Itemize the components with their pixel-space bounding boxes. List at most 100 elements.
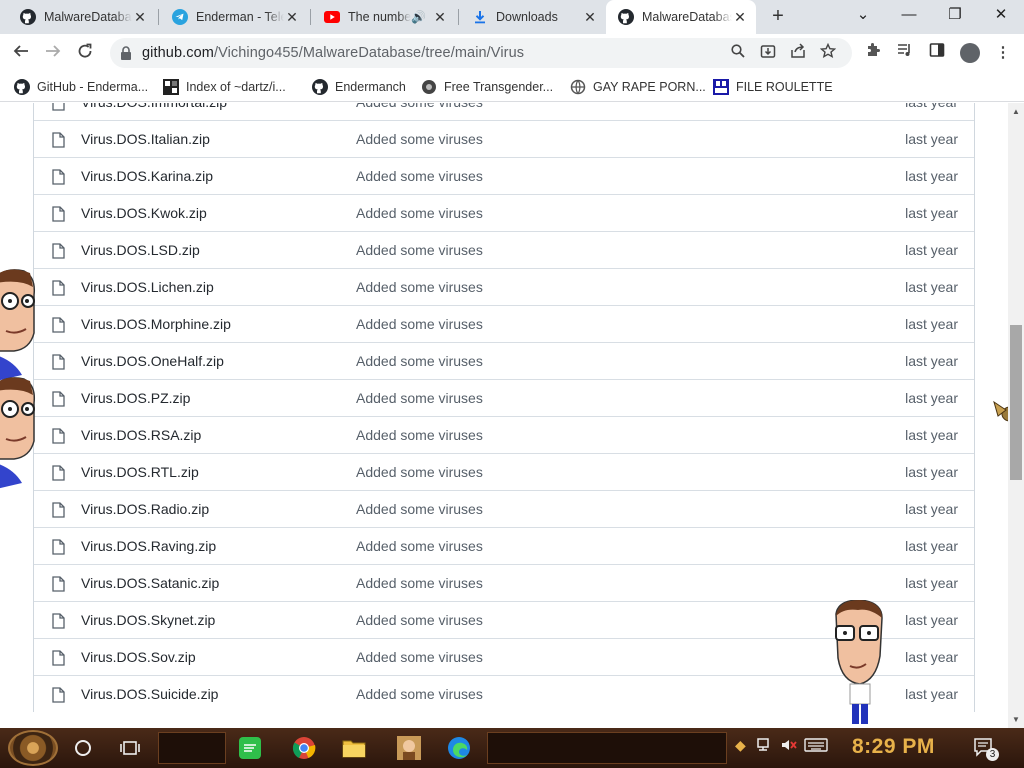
file-name-link[interactable]: Virus.DOS.OneHalf.zip xyxy=(81,353,224,369)
file-row[interactable]: Virus.DOS.Radio.zip Added some viruses las… xyxy=(34,490,974,527)
commit-message-link[interactable]: Added some viruses xyxy=(356,649,483,665)
extensions-icon[interactable] xyxy=(862,42,884,64)
volume-muted-icon[interactable] xyxy=(780,737,798,756)
file-row[interactable]: Virus.DOS.Raving.zip Added some viruses la… xyxy=(34,527,974,564)
file-name-link[interactable]: Virus.DOS.Italian.zip xyxy=(81,131,210,147)
bookmark-file-roulette[interactable]: FILE ROULETTE xyxy=(713,77,833,97)
file-name-link[interactable]: Virus.DOS.LSD.zip xyxy=(81,242,200,258)
bookmark-globe-site[interactable]: GAY RAPE PORN... xyxy=(570,77,706,97)
close-tab-icon[interactable]: ✕ xyxy=(582,9,598,26)
commit-message-link[interactable]: Added some viruses xyxy=(356,353,483,369)
file-name-link[interactable]: Virus.DOS.Immortal.zip xyxy=(81,103,227,110)
url-text[interactable]: github.com/Vichingo455/MalwareDatabase/t… xyxy=(142,45,524,61)
file-explorer-icon[interactable] xyxy=(338,732,370,764)
install-app-icon[interactable] xyxy=(758,43,778,63)
tab-downloads[interactable]: Downloads ✕ xyxy=(460,0,606,34)
close-window-button[interactable]: ✕ xyxy=(978,0,1024,34)
tab-malware-database-1[interactable]: MalwareDatabase ✕ xyxy=(8,0,156,34)
scroll-down-arrow-icon[interactable]: ▼ xyxy=(1008,715,1024,724)
close-tab-icon[interactable]: ✕ xyxy=(132,9,148,26)
commit-message-link[interactable]: Added some viruses xyxy=(356,205,483,221)
file-row[interactable]: Virus.DOS.Satanic.zip Added some viruses l… xyxy=(34,564,974,601)
file-row[interactable]: Virus.DOS.Immortal.zip Added some viruses… xyxy=(34,103,974,120)
maximize-button[interactable]: ❐ xyxy=(932,0,978,34)
file-row[interactable]: Virus.DOS.Lichen.zip Added some viruses la… xyxy=(34,268,974,305)
spotify-icon[interactable] xyxy=(234,732,266,764)
commit-message-link[interactable]: Added some viruses xyxy=(356,612,483,628)
reload-button[interactable] xyxy=(70,38,100,68)
file-name-link[interactable]: Virus.DOS.Kwok.zip xyxy=(81,205,207,221)
file-row[interactable]: Virus.DOS.Karina.zip Added some viruses la… xyxy=(34,157,974,194)
side-panel-icon[interactable] xyxy=(926,42,948,64)
bookmark-endermanch[interactable]: Endermanch xyxy=(312,77,406,97)
back-button[interactable] xyxy=(6,38,36,68)
file-name-link[interactable]: Virus.DOS.Lichen.zip xyxy=(81,279,214,295)
commit-message-link[interactable]: Added some viruses xyxy=(356,103,483,110)
file-row[interactable]: Virus.DOS.RTL.zip Added some viruses last … xyxy=(34,453,974,490)
commit-message-link[interactable]: Added some viruses xyxy=(356,538,483,554)
file-row[interactable]: Virus.DOS.Morphine.zip Added some viruses… xyxy=(34,305,974,342)
file-row[interactable]: Virus.DOS.Italian.zip Added some viruses l… xyxy=(34,120,974,157)
file-row[interactable]: Virus.DOS.OneHalf.zip Added some viruses l… xyxy=(34,342,974,379)
file-name-link[interactable]: Virus.DOS.Satanic.zip xyxy=(81,575,219,591)
task-view-icon[interactable] xyxy=(114,732,146,764)
address-bar[interactable]: github.com/Vichingo455/MalwareDatabase/t… xyxy=(110,38,852,68)
file-name-link[interactable]: Virus.DOS.RSA.zip xyxy=(81,427,201,443)
file-row[interactable]: Virus.DOS.LSD.zip Added some viruses last … xyxy=(34,231,974,268)
file-name-link[interactable]: Virus.DOS.Morphine.zip xyxy=(81,316,231,332)
file-name-link[interactable]: Virus.DOS.RTL.zip xyxy=(81,464,199,480)
bookmark-free-transgender[interactable]: Free Transgender... xyxy=(421,77,553,97)
commit-message-link[interactable]: Added some viruses xyxy=(356,390,483,406)
keyboard-icon[interactable] xyxy=(804,737,828,756)
start-button[interactable] xyxy=(8,730,58,766)
commit-message-link[interactable]: Added some viruses xyxy=(356,168,483,184)
lock-icon[interactable] xyxy=(120,46,132,65)
file-name-link[interactable]: Virus.DOS.Karina.zip xyxy=(81,168,213,184)
media-controls-icon[interactable] xyxy=(894,42,916,64)
commit-message-link[interactable]: Added some viruses xyxy=(356,316,483,332)
file-name-link[interactable]: Virus.DOS.Sov.zip xyxy=(81,649,196,665)
speaker-icon[interactable]: 🔊 xyxy=(411,10,426,24)
network-icon[interactable] xyxy=(756,737,774,756)
commit-message-link[interactable]: Added some viruses xyxy=(356,501,483,517)
close-tab-icon[interactable]: ✕ xyxy=(284,9,300,26)
forward-button[interactable] xyxy=(38,38,68,68)
chrome-icon[interactable] xyxy=(288,732,320,764)
bookmark-index-dartz[interactable]: Index of ~dartz/i... xyxy=(163,77,286,97)
tab-youtube[interactable]: The number 🔊 ✕ xyxy=(312,0,456,34)
file-name-link[interactable]: Virus.DOS.Suicide.zip xyxy=(81,686,218,702)
commit-message-link[interactable]: Added some viruses xyxy=(356,131,483,147)
new-tab-button[interactable]: + xyxy=(766,5,790,29)
edge-icon[interactable] xyxy=(443,732,475,764)
close-tab-icon[interactable]: ✕ xyxy=(732,9,748,26)
file-row[interactable]: Virus.DOS.PZ.zip Added some viruses last y… xyxy=(34,379,974,416)
bookmark-star-icon[interactable] xyxy=(818,42,838,63)
app-icon[interactable] xyxy=(393,732,425,764)
minimize-button[interactable]: — xyxy=(886,0,932,34)
commit-message-link[interactable]: Added some viruses xyxy=(356,575,483,591)
file-row[interactable]: Virus.DOS.RSA.zip Added some viruses last … xyxy=(34,416,974,453)
commit-message-link[interactable]: Added some viruses xyxy=(356,464,483,480)
commit-message-link[interactable]: Added some viruses xyxy=(356,242,483,258)
search-icon[interactable] xyxy=(728,43,748,63)
profile-avatar[interactable] xyxy=(960,43,980,63)
commit-message-link[interactable]: Added some viruses xyxy=(356,279,483,295)
page-scrollbar[interactable]: ▲ ▼ xyxy=(1008,103,1024,728)
scroll-up-arrow-icon[interactable]: ▲ xyxy=(1008,107,1024,116)
tray-indicator-icon[interactable]: ◆ xyxy=(735,737,746,754)
file-name-link[interactable]: Virus.DOS.Skynet.zip xyxy=(81,612,215,628)
scrollbar-thumb[interactable] xyxy=(1010,325,1022,480)
search-taskbar-icon[interactable] xyxy=(67,732,99,764)
commit-message-link[interactable]: Added some viruses xyxy=(356,686,483,702)
share-icon[interactable] xyxy=(788,43,808,63)
commit-message-link[interactable]: Added some viruses xyxy=(356,427,483,443)
file-name-link[interactable]: Virus.DOS.PZ.zip xyxy=(81,390,190,406)
file-row[interactable]: Virus.DOS.Kwok.zip Added some viruses last… xyxy=(34,194,974,231)
bookmark-github-enderman[interactable]: GitHub - Enderma... xyxy=(14,77,148,97)
tab-search-button[interactable]: ⌄ xyxy=(840,0,886,34)
file-name-link[interactable]: Virus.DOS.Radio.zip xyxy=(81,501,209,517)
close-tab-icon[interactable]: ✕ xyxy=(432,9,448,26)
taskbar-clock[interactable]: 8:29 PM xyxy=(852,735,935,759)
more-menu-icon[interactable]: ⋮ xyxy=(992,42,1014,64)
file-name-link[interactable]: Virus.DOS.Raving.zip xyxy=(81,538,216,554)
